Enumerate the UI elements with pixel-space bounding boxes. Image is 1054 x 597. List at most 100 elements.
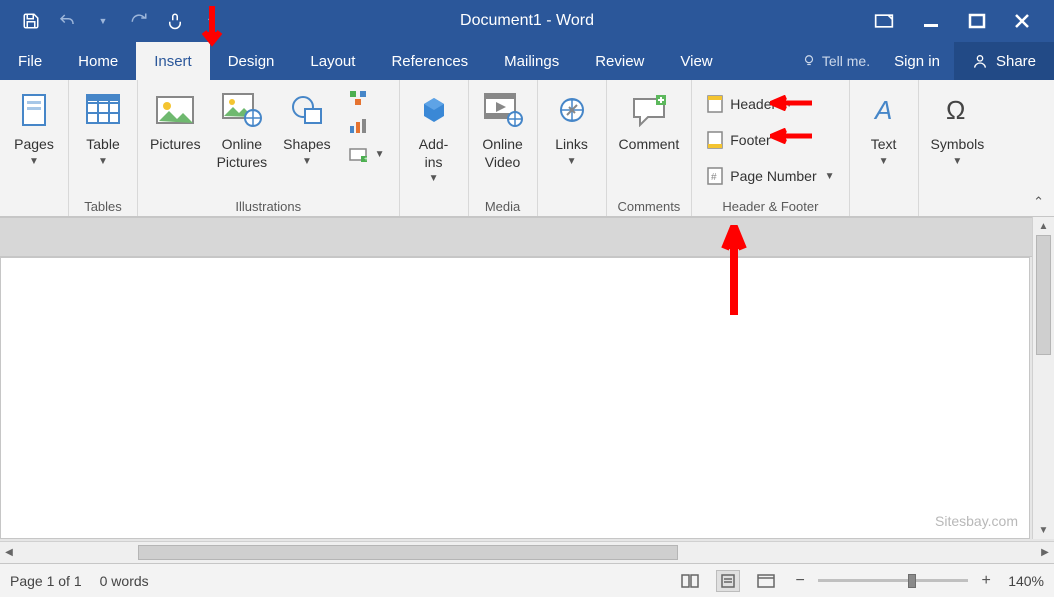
chevron-down-icon: ▼: [429, 173, 439, 184]
horizontal-scroll-track[interactable]: [18, 542, 1036, 563]
screenshot-button[interactable]: +▼: [345, 144, 389, 164]
share-label: Share: [996, 53, 1036, 70]
status-bar: Page 1 of 1 0 words − + 140%: [0, 563, 1054, 597]
pages-button[interactable]: Pages ▼: [6, 84, 62, 171]
svg-text:+: +: [364, 156, 367, 162]
symbols-label: Symbols: [931, 136, 985, 154]
group-label-comments: Comments: [613, 195, 686, 216]
group-label-text: [856, 195, 912, 216]
chevron-down-icon: ▼: [952, 156, 962, 167]
horizontal-scrollbar[interactable]: ◀ ▶: [0, 541, 1054, 563]
page-number-button[interactable]: # Page Number▼: [702, 164, 838, 188]
ribbon-display-options-icon[interactable]: [874, 13, 894, 29]
footer-button[interactable]: Footer▼: [702, 128, 838, 152]
window-controls: [874, 12, 1054, 30]
symbols-button[interactable]: Ω Symbols ▼: [925, 84, 991, 171]
word-count[interactable]: 0 words: [100, 573, 149, 589]
group-label-symbols: [925, 195, 991, 216]
horizontal-scroll-thumb[interactable]: [138, 545, 678, 560]
header-label: Header: [730, 96, 776, 112]
redo-icon[interactable]: [128, 10, 150, 32]
undo-icon[interactable]: [56, 10, 78, 32]
tab-mailings[interactable]: Mailings: [486, 42, 577, 80]
addins-button[interactable]: Add- ins ▼: [406, 84, 462, 188]
share-button[interactable]: Share: [954, 42, 1054, 80]
document-page[interactable]: [0, 257, 1030, 539]
group-media: Online Video Media: [469, 80, 538, 216]
links-button[interactable]: Links ▼: [544, 84, 600, 171]
svg-text:Ω: Ω: [946, 95, 965, 125]
tab-layout[interactable]: Layout: [292, 42, 373, 80]
group-label-addins: [406, 195, 462, 216]
zoom-out-button[interactable]: −: [792, 572, 808, 590]
chart-button[interactable]: [345, 116, 389, 136]
group-label-media: Media: [475, 195, 531, 216]
web-layout-button[interactable]: [754, 570, 778, 592]
scroll-right-icon[interactable]: ▶: [1036, 547, 1054, 558]
group-symbols: Ω Symbols ▼: [919, 80, 997, 216]
chevron-down-icon: ▼: [302, 156, 312, 167]
online-pictures-button[interactable]: Online Pictures: [211, 84, 274, 175]
page-icon: [20, 93, 48, 127]
maximize-icon[interactable]: [968, 13, 986, 29]
tab-view[interactable]: View: [662, 42, 730, 80]
tell-me-label: Tell me.: [822, 53, 870, 69]
print-layout-button[interactable]: [716, 570, 740, 592]
undo-dropdown-icon[interactable]: ▼: [92, 10, 114, 32]
vertical-scrollbar[interactable]: ▲ ▼: [1032, 217, 1054, 539]
collapse-ribbon-icon[interactable]: ⌃: [1033, 194, 1044, 210]
links-icon: [557, 95, 587, 125]
touch-mode-icon[interactable]: [164, 10, 186, 32]
tab-review[interactable]: Review: [577, 42, 662, 80]
tab-file[interactable]: File: [0, 42, 60, 80]
text-button[interactable]: A Text ▼: [856, 84, 912, 171]
online-pictures-icon: [221, 92, 263, 128]
comment-label: Comment: [619, 136, 680, 154]
qat-customize-icon[interactable]: ▼: [200, 10, 222, 32]
group-tables: Table ▼ Tables: [69, 80, 138, 216]
footer-label: Footer: [730, 132, 770, 148]
zoom-thumb[interactable]: [908, 574, 916, 588]
text-icon: A: [869, 95, 899, 125]
text-label: Text: [871, 136, 897, 154]
group-links: Links ▼: [538, 80, 607, 216]
chart-icon: [349, 118, 367, 134]
tab-design[interactable]: Design: [210, 42, 293, 80]
online-video-button[interactable]: Online Video: [475, 84, 531, 175]
table-button[interactable]: Table ▼: [75, 84, 131, 171]
online-video-label: Online Video: [482, 136, 522, 171]
document-gap: [0, 217, 1054, 257]
group-label-pages: [6, 195, 62, 216]
tab-insert[interactable]: Insert: [136, 42, 210, 80]
pages-label: Pages: [14, 136, 54, 154]
scroll-down-icon[interactable]: ▼: [1033, 521, 1054, 539]
zoom-level[interactable]: 140%: [1008, 573, 1044, 589]
vertical-scroll-thumb[interactable]: [1036, 235, 1051, 355]
tell-me-search[interactable]: Tell me.: [792, 42, 880, 80]
close-icon[interactable]: [1014, 13, 1030, 29]
minimize-icon[interactable]: [922, 12, 940, 30]
group-label-illustrations: Illustrations: [144, 195, 393, 216]
web-layout-icon: [757, 574, 775, 588]
header-button[interactable]: Header▼: [702, 92, 838, 116]
chevron-down-icon: ▼: [879, 156, 889, 167]
chevron-down-icon: ▼: [29, 156, 39, 167]
smartart-button[interactable]: [345, 88, 389, 108]
page-status[interactable]: Page 1 of 1: [10, 573, 82, 589]
shapes-button[interactable]: Shapes ▼: [277, 84, 336, 171]
scroll-left-icon[interactable]: ◀: [0, 547, 18, 558]
pictures-button[interactable]: Pictures: [144, 84, 207, 158]
tab-references[interactable]: References: [373, 42, 486, 80]
ribbon: Pages ▼ Table ▼ Tables Pictures Online P…: [0, 80, 1054, 217]
scroll-up-icon[interactable]: ▲: [1033, 217, 1054, 235]
online-pictures-label: Online Pictures: [217, 136, 268, 171]
sign-in-button[interactable]: Sign in: [880, 42, 954, 80]
zoom-in-button[interactable]: +: [978, 572, 994, 590]
video-icon: [483, 92, 523, 128]
comment-button[interactable]: Comment: [613, 84, 686, 158]
save-icon[interactable]: [20, 10, 42, 32]
read-mode-button[interactable]: [678, 570, 702, 592]
zoom-track[interactable]: [818, 579, 968, 582]
chevron-down-icon: ▼: [567, 156, 577, 167]
tab-home[interactable]: Home: [60, 42, 136, 80]
